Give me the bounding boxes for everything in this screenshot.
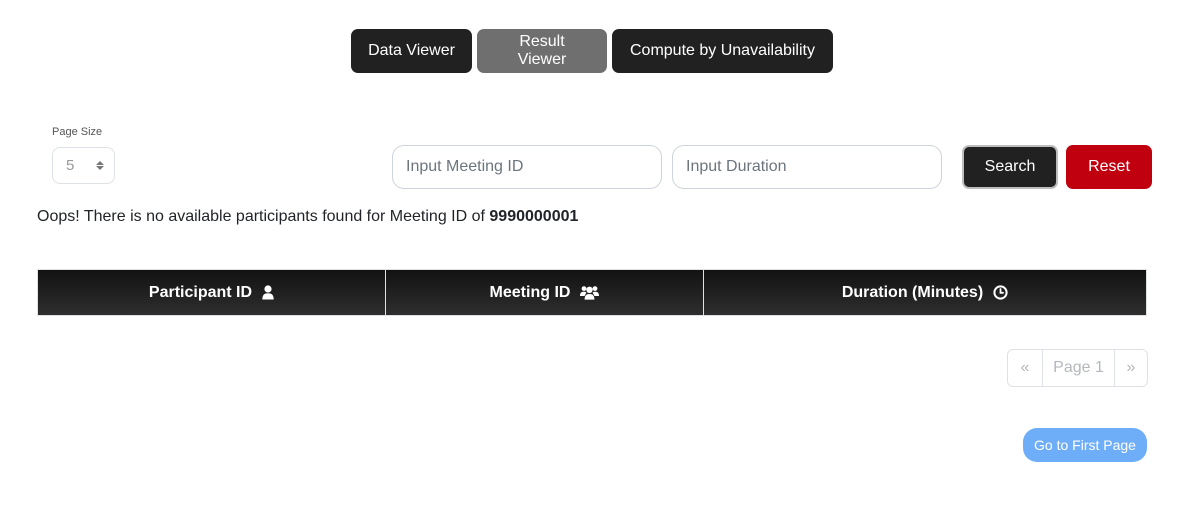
reset-button[interactable]: Reset [1066, 145, 1152, 189]
compute-by-unavailability-button[interactable]: Compute by Unavailability [612, 29, 833, 73]
page-size-value: 5 [66, 157, 75, 174]
column-header-label: Duration (Minutes) [841, 283, 984, 301]
page-size-stepper[interactable]: 5 [52, 147, 115, 184]
user-icon [262, 285, 274, 300]
data-viewer-button[interactable]: Data Viewer [351, 29, 472, 73]
view-nav: Data Viewer Result Viewer Compute by Una… [351, 29, 833, 73]
arrow-down-icon[interactable] [96, 166, 104, 170]
spinner-icon[interactable] [96, 161, 104, 170]
page-size-label: Page Size [52, 126, 103, 138]
results-table-header: Participant ID Meeting ID Duration (Minu… [37, 269, 1147, 316]
message-text: Oops! There is no available participants… [37, 208, 490, 225]
current-page: Page 1 [1042, 350, 1114, 386]
pagination: « Page 1 » [1007, 349, 1148, 387]
no-results-message: Oops! There is no available participants… [37, 208, 578, 226]
go-to-first-page-button[interactable]: Go to First Page [1023, 428, 1147, 462]
duration-input[interactable] [672, 145, 942, 189]
column-header-participant-id[interactable]: Participant ID [38, 270, 385, 315]
column-header-label: Meeting ID [489, 283, 571, 301]
users-icon [580, 285, 600, 300]
arrow-up-icon[interactable] [96, 161, 104, 165]
column-header-label: Participant ID [148, 283, 253, 301]
previous-page-button[interactable]: « [1008, 350, 1042, 386]
message-meeting-id: 9990000001 [489, 208, 579, 225]
clock-icon [993, 285, 1008, 300]
next-page-button[interactable]: » [1114, 350, 1147, 386]
column-header-duration[interactable]: Duration (Minutes) [703, 270, 1146, 315]
search-button[interactable]: Search [962, 145, 1058, 189]
meeting-id-input[interactable] [392, 145, 662, 189]
column-header-meeting-id[interactable]: Meeting ID [385, 270, 703, 315]
result-viewer-button[interactable]: Result Viewer [477, 29, 607, 73]
